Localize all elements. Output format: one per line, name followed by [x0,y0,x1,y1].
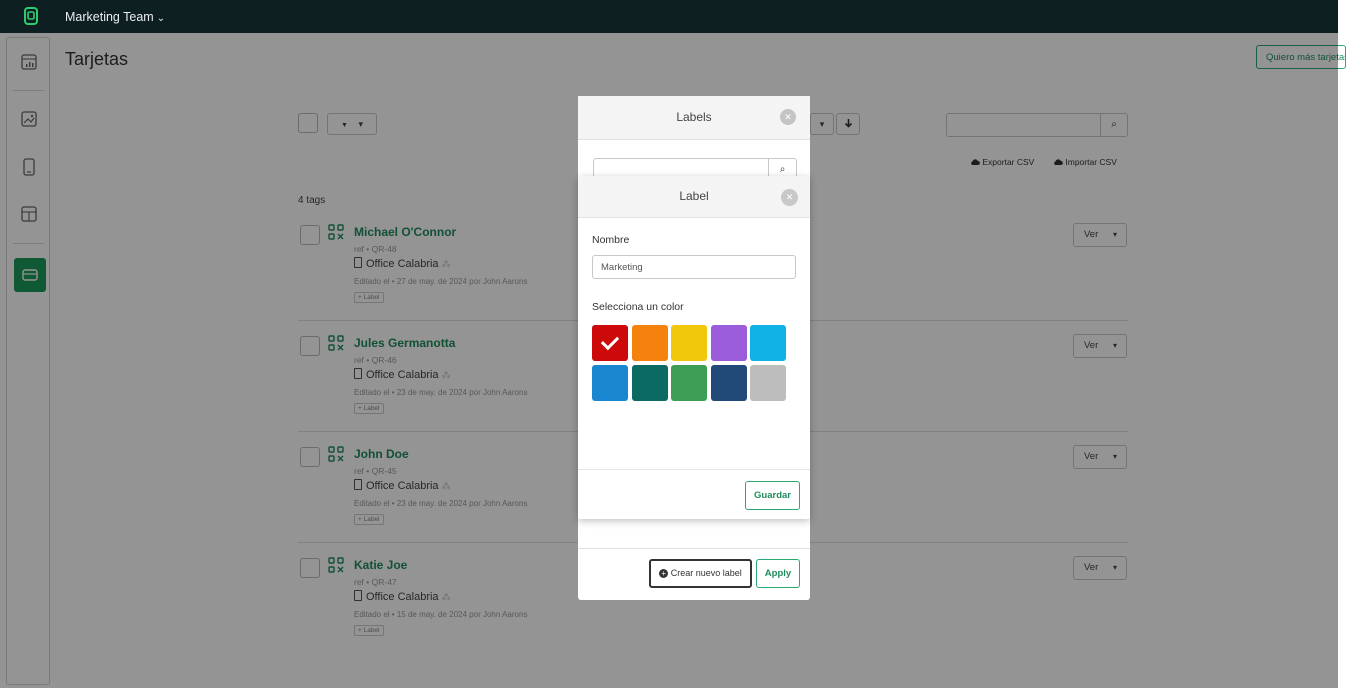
apply-button[interactable]: Apply [756,559,800,588]
color-swatch[interactable] [750,325,786,361]
color-swatch[interactable] [592,325,628,361]
label-name-input[interactable] [592,255,796,279]
labels-modal-title: Labels [578,96,810,140]
close-icon[interactable]: ✕ [780,109,796,125]
color-swatch[interactable] [592,365,628,401]
team-name: Marketing Team [65,10,154,24]
color-field-label: Selecciona un color [592,301,684,313]
divider [578,469,810,470]
check-icon [600,331,620,351]
color-swatch[interactable] [671,325,707,361]
color-swatch[interactable] [631,325,668,361]
app-logo-icon[interactable] [22,7,40,26]
create-label-button[interactable]: + Crear nuevo label [649,559,752,588]
label-modal: Label ✕ Nombre Selecciona un color Guard… [578,176,810,519]
search-icon: ⌕ [779,164,786,175]
create-label-text: Crear nuevo label [670,568,742,578]
color-swatch[interactable] [671,365,707,401]
chevron-down-icon: ⌄ [156,13,166,24]
label-modal-title: Label [578,176,810,218]
top-bar: Marketing Team ⌄ [0,0,1338,33]
color-swatch[interactable] [710,325,747,361]
close-icon[interactable]: ✕ [781,189,798,206]
color-swatch[interactable] [750,365,786,401]
name-field-label: Nombre [592,234,630,246]
save-button[interactable]: Guardar [745,481,800,510]
divider [578,548,810,549]
color-swatch[interactable] [710,365,747,401]
color-swatch[interactable] [631,365,668,401]
plus-circle-icon: + [659,569,669,578]
team-switcher[interactable]: Marketing Team ⌄ [65,10,165,24]
